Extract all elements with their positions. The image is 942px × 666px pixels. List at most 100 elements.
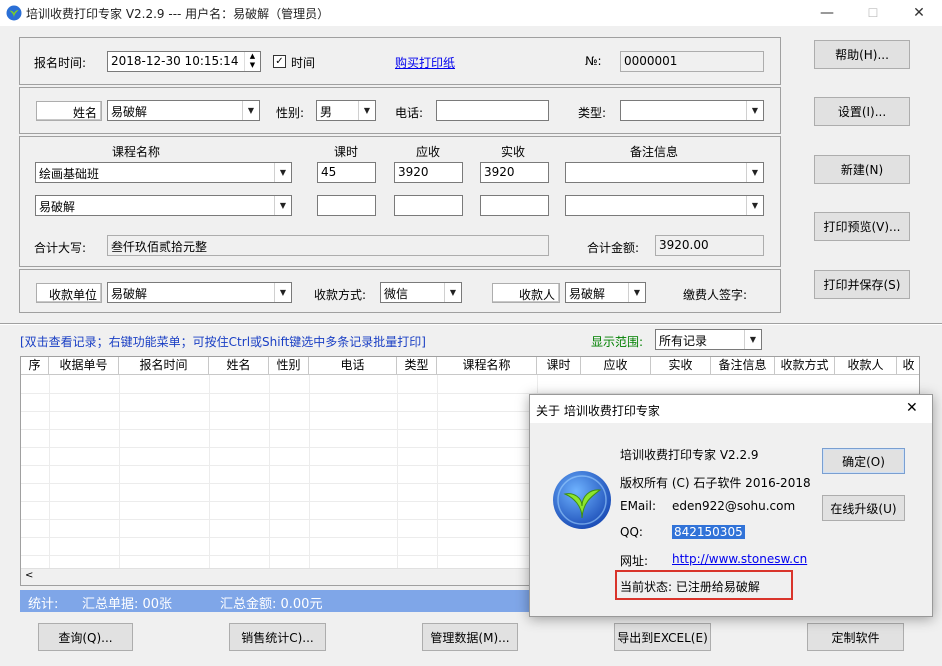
sales-stats-button[interactable]: 销售统计C)... xyxy=(229,623,326,651)
column-header[interactable]: 课时 xyxy=(537,357,581,374)
column-header[interactable]: 电话 xyxy=(309,357,397,374)
chevron-down-icon: ▼ xyxy=(746,101,763,120)
type-label: 类型: xyxy=(578,106,607,120)
chevron-down-icon: ▼ xyxy=(746,163,763,182)
chevron-down-icon: ▼ xyxy=(744,330,761,349)
payment-method-combo[interactable]: 微信 ▼ xyxy=(380,282,462,303)
payee-value: 易破解 xyxy=(569,287,606,301)
chevron-down-icon: ▼ xyxy=(242,101,259,120)
column-header[interactable]: 序 xyxy=(21,357,49,374)
payment-method-label: 收款方式: xyxy=(314,288,367,302)
column-header[interactable]: 收款方式 xyxy=(775,357,835,374)
paid-input-1[interactable]: 3920 xyxy=(480,162,549,183)
column-header[interactable]: 课程名称 xyxy=(437,357,537,374)
chevron-down-icon: ▼ xyxy=(444,283,461,302)
buy-paper-link[interactable]: 购买打印纸 xyxy=(395,54,455,71)
status-count: 汇总单据: 00张 xyxy=(82,597,173,612)
print-preview-button[interactable]: 打印预览(V)... xyxy=(814,212,910,241)
total-words-label: 合计大写: xyxy=(34,241,87,255)
hours-input-2[interactable] xyxy=(317,195,376,216)
online-upgrade-button[interactable]: 在线升级(U) xyxy=(822,495,905,521)
chevron-down-icon: ▼ xyxy=(274,163,291,182)
hours-value-1: 45 xyxy=(321,165,337,179)
column-header[interactable]: 报名时间 xyxy=(119,357,209,374)
email-value: eden922@sohu.com xyxy=(672,499,796,513)
paid-input-2[interactable] xyxy=(480,195,549,216)
range-label: 显示范围: xyxy=(591,335,644,349)
column-header[interactable]: 备注信息 xyxy=(711,357,775,374)
column-header[interactable]: 应收 xyxy=(581,357,651,374)
gender-value: 男 xyxy=(320,105,333,119)
payment-unit-combo[interactable]: 易破解 ▼ xyxy=(107,282,292,303)
manage-data-button[interactable]: 管理数据(M)... xyxy=(422,623,518,651)
course-name-combo-2[interactable]: 易破解 ▼ xyxy=(35,195,292,216)
payment-unit-value: 易破解 xyxy=(111,287,148,301)
time-spinner[interactable]: ▲ ▼ xyxy=(244,52,260,71)
notes-combo-2[interactable]: ▼ xyxy=(565,195,764,216)
help-button[interactable]: 帮助(H)... xyxy=(814,40,910,69)
close-button[interactable]: ✕ xyxy=(896,0,942,26)
name-combo[interactable]: 易破解 ▼ xyxy=(107,100,260,121)
time-checkbox-label: 时间 xyxy=(291,56,316,70)
due-input-2[interactable] xyxy=(394,195,463,216)
chevron-down-icon: ▼ xyxy=(628,283,645,302)
due-value-1: 3920 xyxy=(398,165,429,179)
export-excel-button[interactable]: 导出到EXCEL(E) xyxy=(614,623,711,651)
qq-value[interactable]: 842150305 xyxy=(672,525,745,539)
type-combo[interactable]: ▼ xyxy=(620,100,764,121)
phone-input[interactable] xyxy=(436,100,549,121)
query-button[interactable]: 查询(Q)... xyxy=(38,623,133,651)
hours-input-1[interactable]: 45 xyxy=(317,162,376,183)
column-header[interactable]: 收据单号 xyxy=(49,357,119,374)
phone-label: 电话: xyxy=(395,106,424,120)
table-header: 序 收据单号 报名时间 姓名 性别 电话 类型 课程名称 课时 应收 实收 备注… xyxy=(21,357,919,375)
col-hours: 课时 xyxy=(334,145,359,159)
website-link[interactable]: http://www.stonesw.cn xyxy=(672,552,807,566)
chevron-down-icon: ▼ xyxy=(358,101,375,120)
course-name-value-2: 易破解 xyxy=(39,200,76,214)
total-amount-field: 3920.00 xyxy=(655,235,764,256)
minimize-button[interactable]: — xyxy=(804,0,850,26)
payment-unit-button[interactable]: 收款单位 xyxy=(36,283,102,303)
scroll-left-icon[interactable]: < xyxy=(25,570,33,581)
chevron-down-icon: ▼ xyxy=(746,196,763,215)
receipt-no-value: 0000001 xyxy=(624,54,678,68)
receipt-no-label: №: xyxy=(585,54,602,68)
print-save-button[interactable]: 打印并保存(S) xyxy=(814,270,910,299)
column-header[interactable]: 实收 xyxy=(651,357,711,374)
receipt-no-field: 0000001 xyxy=(620,51,764,72)
col-course-name: 课程名称 xyxy=(112,145,161,159)
gender-label: 性别: xyxy=(276,106,305,120)
range-combo[interactable]: 所有记录 ▼ xyxy=(655,329,762,350)
column-header[interactable]: 类型 xyxy=(397,357,437,374)
custom-software-button[interactable]: 定制软件 xyxy=(807,623,904,651)
dialog-title: 关于 培训收费打印专家 xyxy=(536,404,660,418)
dialog-close-button[interactable]: ✕ xyxy=(906,400,918,416)
ok-button[interactable]: 确定(O) xyxy=(822,448,905,474)
column-header[interactable]: 性别 xyxy=(269,357,309,374)
reg-time-value: 2018-12-30 10:15:14 xyxy=(111,54,239,68)
column-header[interactable]: 收款人 xyxy=(835,357,897,374)
time-checkbox[interactable]: ✓ xyxy=(273,55,286,68)
settings-button[interactable]: 设置(I)... xyxy=(814,97,910,126)
reg-time-field[interactable]: 2018-12-30 10:15:14 xyxy=(107,51,261,72)
course-name-combo-1[interactable]: 绘画基础班 ▼ xyxy=(35,162,292,183)
total-words-field: 叁仟玖佰贰拾元整 xyxy=(107,235,549,256)
payee-combo[interactable]: 易破解 ▼ xyxy=(565,282,646,303)
gender-combo[interactable]: 男 ▼ xyxy=(316,100,376,121)
new-button[interactable]: 新建(N) xyxy=(814,155,910,184)
paid-value-1: 3920 xyxy=(484,165,515,179)
payee-button[interactable]: 收款人 xyxy=(492,283,560,303)
status-stat-label: 统计: xyxy=(28,597,59,612)
column-header[interactable]: 收 xyxy=(897,357,919,374)
column-header[interactable]: 姓名 xyxy=(209,357,269,374)
name-button[interactable]: 姓名 xyxy=(36,101,102,121)
maximize-button[interactable]: ☐ xyxy=(850,0,896,26)
due-input-1[interactable]: 3920 xyxy=(394,162,463,183)
notes-combo-1[interactable]: ▼ xyxy=(565,162,764,183)
email-label: EMail: xyxy=(620,499,656,513)
reg-time-label: 报名时间: xyxy=(34,56,87,70)
signature-label: 缴费人签字: xyxy=(683,288,748,302)
qq-label: QQ: xyxy=(620,525,643,539)
col-due: 应收 xyxy=(416,145,441,159)
